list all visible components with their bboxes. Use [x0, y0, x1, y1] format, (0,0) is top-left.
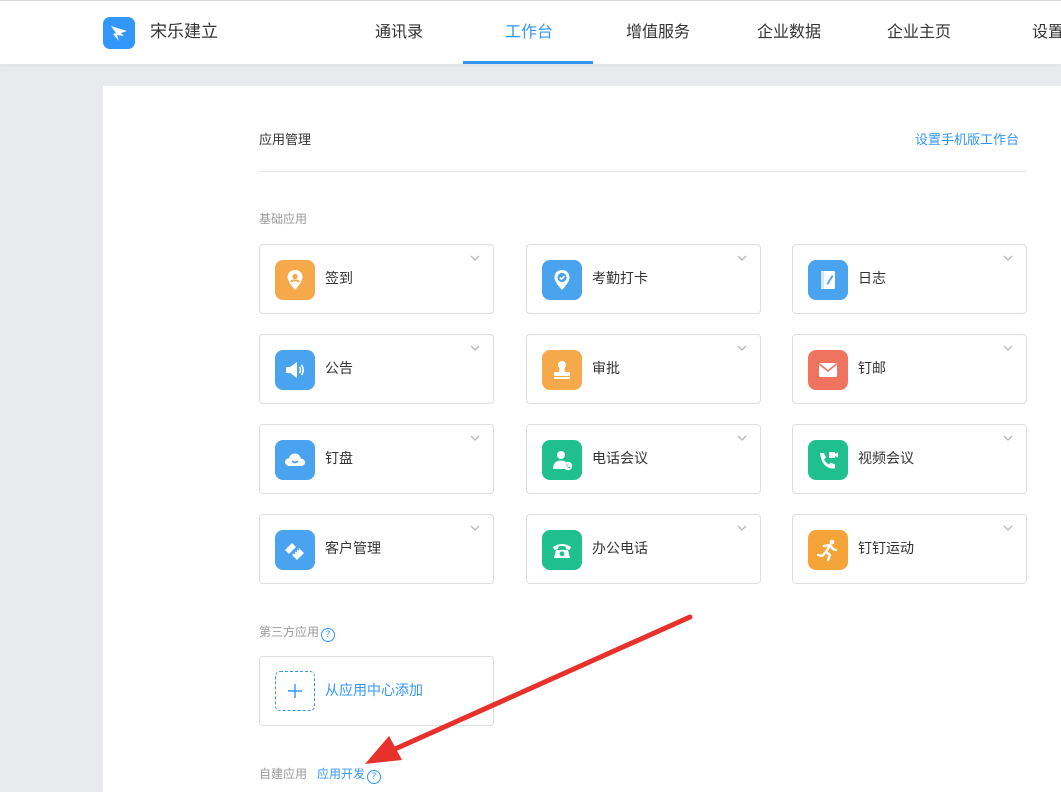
chevron-down-icon[interactable]: [1002, 523, 1014, 533]
add-app-label: 从应用中心添加: [325, 683, 423, 699]
chevron-down-icon[interactable]: [469, 523, 481, 533]
nav-enterprise-data[interactable]: 企业数据: [757, 21, 821, 43]
top-border-line: [0, 0, 1061, 1]
third-party-apps-label: 第三方应用?: [259, 624, 336, 642]
active-tab-underline: [463, 61, 593, 64]
help-icon[interactable]: ?: [367, 770, 382, 784]
handshake-icon: [275, 530, 315, 570]
cloud-icon: [275, 440, 315, 480]
chevron-down-icon[interactable]: [736, 433, 748, 443]
app-card-mail[interactable]: 钉邮: [792, 334, 1027, 404]
dingtalk-logo-icon[interactable]: [103, 17, 135, 49]
app-card-journal[interactable]: 日志: [792, 244, 1027, 314]
app-label: 客户管理: [325, 541, 381, 557]
chevron-down-icon[interactable]: [736, 343, 748, 353]
nav-enterprise-homepage[interactable]: 企业主页: [887, 21, 951, 43]
app-label: 钉邮: [858, 361, 886, 377]
chevron-down-icon[interactable]: [1002, 343, 1014, 353]
clock-pin-icon: [542, 260, 582, 300]
app-development-text[interactable]: 应用开发: [317, 767, 365, 781]
chevron-down-icon[interactable]: [1002, 253, 1014, 263]
app-card-approval[interactable]: 审批: [526, 334, 761, 404]
envelope-icon: [808, 350, 848, 390]
basic-apps-label: 基础应用: [259, 212, 308, 226]
nav-contacts[interactable]: 通讯录: [375, 21, 423, 43]
plus-icon: [275, 671, 315, 711]
app-card-office-phone[interactable]: 办公电话: [526, 514, 761, 584]
app-label: 签到: [325, 271, 353, 287]
chevron-down-icon[interactable]: [736, 253, 748, 263]
stamp-icon: [542, 350, 582, 390]
app-card-crm[interactable]: 客户管理: [259, 514, 494, 584]
page-title: 应用管理: [259, 133, 312, 148]
organization-name[interactable]: 宋乐建立: [150, 21, 218, 43]
add-from-app-center-card[interactable]: 从应用中心添加: [259, 656, 494, 726]
telephone-icon: [542, 530, 582, 570]
chevron-down-icon[interactable]: [469, 433, 481, 443]
app-label: 公告: [325, 361, 353, 377]
app-card-conference-call[interactable]: 电话会议: [526, 424, 761, 494]
chevron-down-icon[interactable]: [469, 253, 481, 263]
app-development-link[interactable]: 应用开发?: [317, 765, 382, 784]
chevron-down-icon[interactable]: [1002, 433, 1014, 443]
third-party-apps-text: 第三方应用: [259, 625, 320, 639]
app-card-sports[interactable]: 钉钉运动: [792, 514, 1027, 584]
app-card-video-conference[interactable]: 视频会议: [792, 424, 1027, 494]
nav-workbench[interactable]: 工作台: [505, 21, 553, 43]
app-label: 办公电话: [592, 541, 648, 557]
megaphone-icon: [275, 350, 315, 390]
location-pin-icon: [275, 260, 315, 300]
app-label: 审批: [592, 361, 620, 377]
runner-icon: [808, 530, 848, 570]
notebook-icon: [808, 260, 848, 300]
app-card-drive[interactable]: 钉盘: [259, 424, 494, 494]
app-label: 电话会议: [592, 451, 648, 467]
app-label: 钉盘: [325, 451, 353, 467]
app-card-announcement[interactable]: 公告: [259, 334, 494, 404]
video-phone-icon: [808, 440, 848, 480]
section-divider: [259, 171, 1027, 172]
custom-apps-label: 自建应用: [259, 767, 308, 781]
chevron-down-icon[interactable]: [736, 523, 748, 533]
person-phone-icon: [542, 440, 582, 480]
app-label: 日志: [858, 271, 886, 287]
nav-settings[interactable]: 设置: [1032, 21, 1061, 43]
app-card-checkin[interactable]: 签到: [259, 244, 494, 314]
nav-value-added-services[interactable]: 增值服务: [626, 21, 690, 43]
chevron-down-icon[interactable]: [469, 343, 481, 353]
app-label: 钉钉运动: [858, 541, 914, 557]
mobile-workbench-settings-link[interactable]: 设置手机版工作台: [915, 132, 1019, 150]
app-label: 视频会议: [858, 451, 914, 467]
app-label: 考勤打卡: [592, 271, 648, 287]
help-icon[interactable]: ?: [321, 628, 336, 642]
top-navigation-bar: 宋乐建立 通讯录 工作台 增值服务 企业数据 企业主页 设置: [0, 0, 1061, 65]
app-card-attendance[interactable]: 考勤打卡: [526, 244, 761, 314]
